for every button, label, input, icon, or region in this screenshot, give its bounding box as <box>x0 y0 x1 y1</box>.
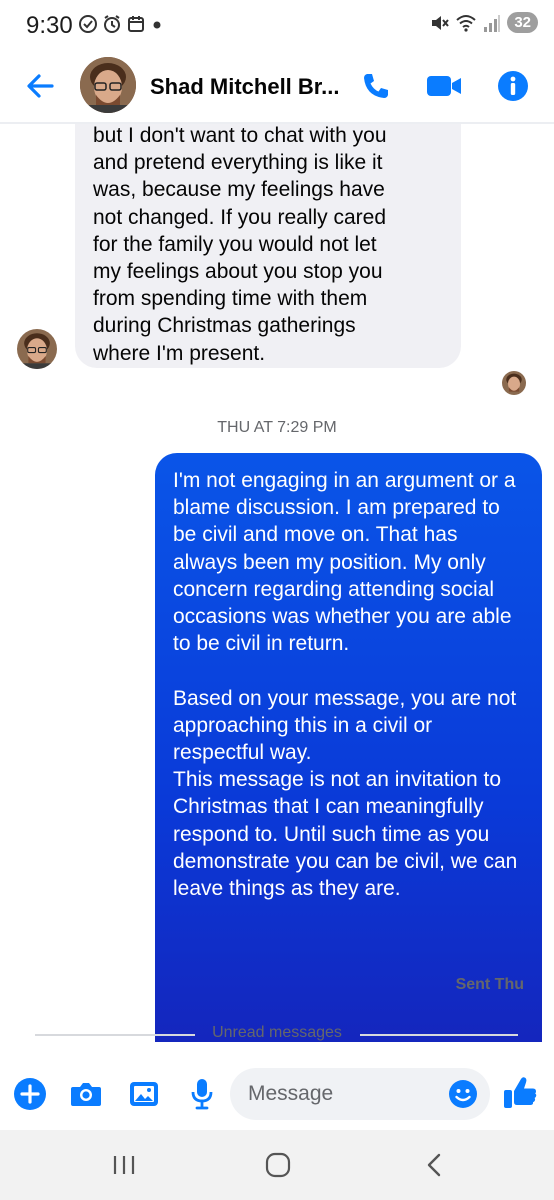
home-icon <box>265 1152 291 1178</box>
sender-avatar[interactable] <box>17 329 57 369</box>
incoming-message-line: was, because my feelings have <box>93 178 385 202</box>
microphone-icon <box>191 1079 213 1110</box>
status-time: 9:30 <box>26 12 73 39</box>
incoming-message-line: where I'm present. <box>93 341 266 365</box>
read-receipt-avatar <box>502 371 526 395</box>
emoji-icon[interactable] <box>448 1079 478 1109</box>
conversation-header: Shad Mitchell Br... <box>0 52 554 122</box>
message-composer <box>0 1062 554 1130</box>
plus-icon <box>14 1078 46 1110</box>
signal-icon <box>484 14 501 32</box>
incoming-message-line: and pretend everything is like it <box>93 151 383 175</box>
system-navigation-bar <box>0 1130 554 1200</box>
back-arrow-icon[interactable] <box>22 68 58 104</box>
camera-icon <box>71 1083 101 1106</box>
unread-messages-label: Unread messages <box>212 1024 342 1041</box>
thumbs-up-icon[interactable] <box>502 1074 538 1112</box>
recent-apps-icon <box>113 1156 135 1174</box>
voice-call-button[interactable] <box>356 66 396 106</box>
home-button[interactable] <box>258 1150 298 1180</box>
message-list[interactable]: but I don't want to chat with you and pr… <box>0 124 554 1042</box>
incoming-message-line: but I don't want to chat with you <box>93 124 387 147</box>
unread-messages-divider: Unread messages <box>0 1024 554 1042</box>
more-actions-button[interactable] <box>12 1076 48 1112</box>
outgoing-message-paragraph: I'm not engaging in an argument or a bla… <box>173 469 516 656</box>
battery-indicator: 32 <box>507 12 538 33</box>
sent-status: Sent Thu <box>455 976 524 993</box>
calendar-icon <box>128 16 144 32</box>
status-bar: 9:30 32 <box>0 0 554 52</box>
alarm-icon <box>104 15 120 33</box>
camera-button[interactable] <box>68 1076 104 1112</box>
voice-message-button[interactable] <box>184 1076 220 1112</box>
incoming-message-line: during Christmas gatherings <box>93 314 356 338</box>
nav-back-button[interactable] <box>414 1150 454 1180</box>
outgoing-message-paragraph: Based on your message, you are not appro… <box>173 686 517 765</box>
gallery-button[interactable] <box>126 1076 162 1112</box>
wifi-icon <box>456 14 476 32</box>
gallery-icon <box>130 1082 158 1106</box>
contact-avatar[interactable] <box>80 57 136 113</box>
incoming-message-line: not changed. If you really cared <box>93 205 387 229</box>
notification-dot-icon <box>153 21 161 29</box>
contact-name[interactable]: Shad Mitchell Br... <box>150 74 340 100</box>
info-icon <box>498 71 528 101</box>
incoming-message-bubble[interactable]: but I don't want to chat with you and pr… <box>75 124 461 368</box>
message-timestamp: THU AT 7:29 PM <box>217 419 337 436</box>
conversation-info-button[interactable] <box>493 66 533 106</box>
phone-icon <box>364 74 388 98</box>
divider-line-right <box>360 1034 518 1036</box>
outgoing-message-paragraph: This message is not an invitation to Chr… <box>173 768 518 901</box>
mute-icon <box>432 15 450 30</box>
recent-apps-button[interactable] <box>104 1150 144 1180</box>
incoming-message-line: from spending time with them <box>93 287 368 311</box>
check-circle-icon <box>79 15 97 33</box>
video-camera-icon <box>427 76 461 96</box>
outgoing-message-bubble[interactable]: I'm not engaging in an argument or a bla… <box>155 453 542 1042</box>
video-call-button[interactable] <box>424 66 464 106</box>
incoming-message-line: my feelings about you stop you <box>93 260 383 284</box>
back-icon <box>427 1153 441 1177</box>
incoming-message-line: for the family you would not let <box>93 232 377 256</box>
